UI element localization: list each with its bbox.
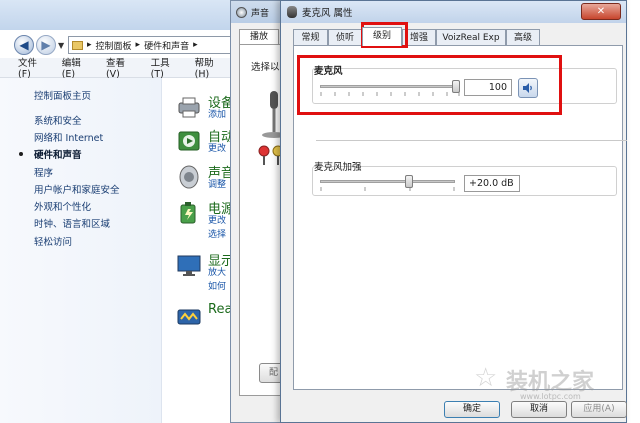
sound-speaker-icon	[236, 6, 247, 18]
mic-boost-slider-thumb[interactable]	[405, 175, 414, 188]
breadcrumb-hardware-sound[interactable]: 硬件和声音	[144, 39, 189, 52]
sidebar-item-appearance[interactable]: 外观和个性化	[34, 199, 91, 213]
category-link[interactable]: 调整	[208, 177, 226, 190]
watermark-url: www.lotpc.com	[520, 392, 581, 401]
menu-edit[interactable]: 编辑(E)	[62, 55, 93, 80]
category-link[interactable]: 更改	[208, 141, 226, 154]
tab-playback[interactable]: 播放	[239, 29, 279, 45]
breadcrumb-separator-icon: ▸	[193, 40, 198, 50]
address-box[interactable]: ▸ 控制面板 ▸ 硬件和声音 ▸	[68, 36, 240, 54]
sidebar-home-link[interactable]: 控制面板主页	[34, 88, 91, 102]
sidebar-item-system-security[interactable]: 系统和安全	[34, 113, 82, 127]
breadcrumb-separator-icon: ▸	[135, 40, 141, 50]
forward-arrow-icon: ▶	[41, 38, 51, 52]
ok-button[interactable]: 确定	[444, 401, 500, 418]
mic-dialog-titlebar: 麦克风 属性 ✕	[281, 1, 626, 23]
mic-boost-value[interactable]: +20.0 dB	[464, 175, 520, 192]
autoplay-icon	[178, 131, 200, 151]
category-link[interactable]: 选择	[208, 227, 226, 240]
mic-dialog-title: 麦克风 属性	[302, 8, 353, 19]
tab-listen[interactable]: 侦听	[328, 29, 362, 46]
menu-tools[interactable]: 工具(T)	[151, 55, 182, 80]
breadcrumb-control-panel[interactable]: 控制面板	[96, 39, 132, 52]
tab-general[interactable]: 常规	[293, 29, 328, 46]
category-link[interactable]: 添加	[208, 107, 226, 120]
control-panel-titlebar	[0, 0, 239, 30]
breadcrumb-separator-icon: ▸	[87, 40, 92, 50]
control-panel-folder-icon	[72, 40, 83, 50]
watermark-star-icon: ☆	[474, 363, 498, 393]
highlight-mic-level	[297, 55, 562, 115]
devices-printer-icon	[178, 97, 200, 118]
sidebar-item-network[interactable]: 网络和 Internet	[34, 130, 103, 144]
sidebar-item-hardware-sound[interactable]: 硬件和声音	[34, 147, 82, 161]
sidebar-item-ease-of-access[interactable]: 轻松访问	[34, 234, 72, 248]
category-link[interactable]: 更改	[208, 213, 226, 226]
group-separator	[316, 140, 627, 141]
apply-button[interactable]: 应用(A)	[571, 401, 627, 418]
category-link[interactable]: 放大	[208, 265, 226, 278]
mic-boost-track[interactable]	[320, 180, 455, 183]
forward-button[interactable]: ▶	[36, 35, 56, 55]
tab-advanced[interactable]: 高级	[506, 29, 540, 46]
current-item-bullet-icon	[19, 152, 23, 156]
microphone-icon	[287, 6, 297, 18]
tab-voizreal[interactable]: VoizReal Exp	[436, 29, 506, 46]
mic-boost-label: 麦克风加强	[314, 162, 362, 173]
tab-levels[interactable]: 级别	[362, 27, 402, 46]
menu-view[interactable]: 查看(V)	[106, 55, 138, 80]
power-battery-icon	[180, 202, 196, 224]
back-arrow-icon: ◀	[19, 38, 29, 52]
mic-boost-ticks	[320, 187, 455, 191]
history-dropdown-icon[interactable]: ▼	[58, 41, 66, 50]
control-panel-window: ◀ ▶ ▼ ▸ 控制面板 ▸ 硬件和声音 ▸ 文件(F) 编辑(E) 查看(V)…	[0, 0, 240, 423]
menu-bar: 文件(F) 编辑(E) 查看(V) 工具(T) 帮助(H)	[0, 55, 240, 80]
cancel-button[interactable]: 取消	[511, 401, 567, 418]
display-monitor-icon	[177, 255, 201, 276]
sidebar-item-user-accounts[interactable]: 用户帐户和家庭安全	[34, 182, 120, 196]
sidebar-item-programs[interactable]: 程序	[34, 165, 53, 179]
back-button[interactable]: ◀	[14, 35, 34, 55]
sidebar-item-clock-region[interactable]: 时钟、语言和区域	[34, 216, 110, 230]
speaker-icon	[179, 165, 199, 189]
sound-dialog-title: 声音	[251, 8, 270, 19]
menu-file[interactable]: 文件(F)	[18, 55, 49, 80]
close-button[interactable]: ✕	[581, 3, 621, 20]
realtek-audio-icon	[177, 309, 201, 325]
category-link[interactable]: 如何	[208, 279, 226, 292]
address-bar: ◀ ▶ ▼ ▸ 控制面板 ▸ 硬件和声音 ▸	[0, 34, 240, 56]
menu-help[interactable]: 帮助(H)	[195, 55, 227, 80]
